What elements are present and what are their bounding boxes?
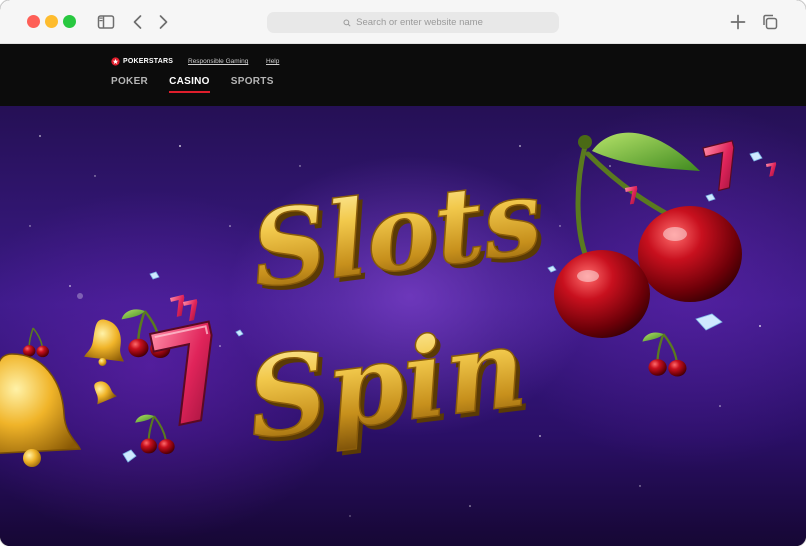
browser-toolbar: Search or enter website name bbox=[0, 0, 806, 44]
main-nav: POKER CASINO SPORTS bbox=[111, 76, 274, 93]
bell-icon bbox=[94, 381, 117, 405]
browser-window: Search or enter website name POKERSTARS … bbox=[0, 0, 806, 546]
nav-sports[interactable]: SPORTS bbox=[231, 76, 274, 93]
search-icon bbox=[343, 18, 351, 27]
lucky-seven-icon bbox=[148, 320, 213, 427]
cherry-small-icon bbox=[135, 414, 175, 455]
pokerstars-logo-icon bbox=[111, 57, 120, 66]
close-window-button[interactable] bbox=[27, 15, 40, 28]
address-placeholder: Search or enter website name bbox=[356, 17, 483, 28]
hero-banner[interactable]: Slots Slots Spin Spin bbox=[0, 106, 806, 546]
site-header: POKERSTARS Responsible Gaming Help POKER… bbox=[0, 44, 806, 106]
svg-text:Slots: Slots bbox=[245, 154, 548, 311]
slots-spin-logo: Slots Slots Spin Spin bbox=[240, 154, 553, 469]
nav-poker[interactable]: POKER bbox=[111, 76, 148, 93]
cherry-small-icon bbox=[22, 327, 49, 358]
responsible-gaming-link[interactable]: Responsible Gaming bbox=[188, 58, 248, 65]
address-bar[interactable]: Search or enter website name bbox=[267, 12, 559, 33]
back-icon[interactable] bbox=[128, 12, 148, 32]
minimize-window-button[interactable] bbox=[45, 15, 58, 28]
help-link[interactable]: Help bbox=[266, 58, 279, 65]
maximize-window-button[interactable] bbox=[63, 15, 76, 28]
brand-name: POKERSTARS bbox=[123, 58, 174, 65]
brand-logo[interactable]: POKERSTARS bbox=[111, 57, 173, 66]
new-tab-icon[interactable] bbox=[728, 12, 748, 32]
lucky-seven-icon bbox=[702, 140, 735, 192]
hero-artwork: Slots Slots Spin Spin bbox=[0, 132, 777, 517]
cherry-large-icon bbox=[554, 132, 742, 338]
sidebar-icon[interactable] bbox=[96, 12, 116, 32]
bell-icon bbox=[84, 319, 124, 366]
lucky-seven-icon bbox=[183, 299, 198, 322]
lucky-seven-icon bbox=[170, 294, 185, 317]
bell-icon bbox=[0, 353, 82, 467]
tabs-overview-icon[interactable] bbox=[760, 12, 780, 32]
cherry-small-icon bbox=[642, 332, 687, 377]
lucky-seven-icon bbox=[766, 162, 777, 177]
nav-casino[interactable]: CASINO bbox=[169, 76, 210, 93]
forward-icon[interactable] bbox=[153, 12, 173, 32]
